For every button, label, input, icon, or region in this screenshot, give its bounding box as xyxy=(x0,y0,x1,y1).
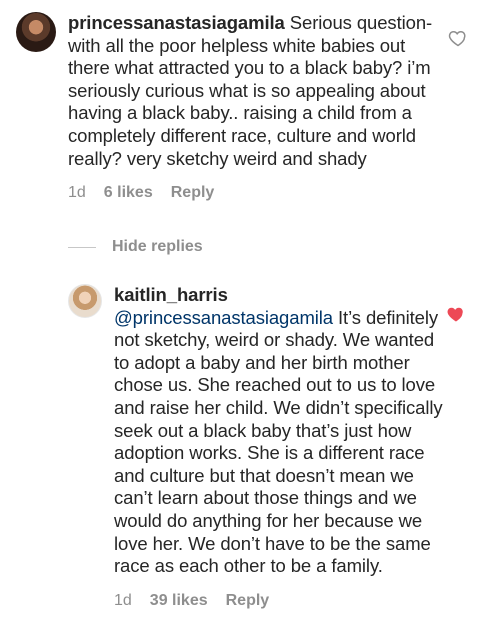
comment-text: Serious question- with all the poor help… xyxy=(68,12,433,169)
reply-mention[interactable]: @princessanastasiagamila xyxy=(114,307,333,328)
comment: princessanastasiagamila Serious question… xyxy=(16,12,436,202)
heart-outline-icon[interactable] xyxy=(448,28,468,48)
divider-line xyxy=(68,246,96,248)
comment-meta: 1d 6 likes Reply xyxy=(68,184,436,202)
reply-button[interactable]: Reply xyxy=(171,184,215,202)
heart-filled-icon[interactable] xyxy=(446,304,466,324)
comment-username[interactable]: princessanastasiagamila xyxy=(68,12,285,33)
comment-time: 1d xyxy=(68,184,86,202)
reply-time: 1d xyxy=(114,591,132,609)
reply-body: kaitlin_harris @princessanastasiagamila … xyxy=(114,284,446,610)
comment-text-block: princessanastasiagamila Serious question… xyxy=(68,12,436,170)
hide-replies-label: Hide replies xyxy=(112,238,203,255)
avatar[interactable] xyxy=(68,284,102,318)
reply-username[interactable]: kaitlin_harris xyxy=(114,284,228,305)
reply-meta: 1d 39 likes Reply xyxy=(114,592,446,610)
reply-button[interactable]: Reply xyxy=(226,592,270,610)
avatar[interactable] xyxy=(16,12,56,52)
hide-replies-button[interactable]: Hide replies xyxy=(68,238,203,256)
reply-comment: kaitlin_harris @princessanastasiagamila … xyxy=(68,284,448,610)
reply-text: It’s definitely not sketchy, weird or sh… xyxy=(114,306,443,577)
comment-likes[interactable]: 6 likes xyxy=(104,184,153,202)
reply-likes[interactable]: 39 likes xyxy=(150,592,208,610)
comment-body: princessanastasiagamila Serious question… xyxy=(68,12,436,202)
reply-text-block: kaitlin_harris @princessanastasiagamila … xyxy=(114,284,446,578)
